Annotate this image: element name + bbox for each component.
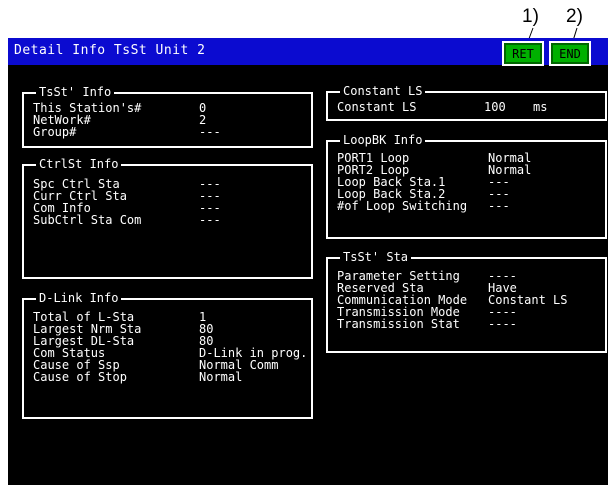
row-subctrl-sta-com: SubCtrl Sta Com --- [33, 213, 221, 227]
row-label: Transmission Stat [337, 317, 460, 331]
row-label: SubCtrl Sta Com [33, 213, 142, 227]
tsst-info-title: TsSt' Info [36, 85, 115, 100]
row-transmission-stat: Transmission Stat ---- [337, 317, 517, 331]
row-value: Normal [199, 370, 243, 384]
loopbk-info-panel: LoopBK Info PORT1 Loop Normal PORT2 Loop… [326, 133, 607, 239]
row-label: #of Loop Switching [337, 199, 468, 213]
row-value: ---- [488, 317, 517, 331]
loopbk-info-title: LoopBK Info [340, 133, 426, 148]
tsst-info-panel: TsSt' Info This Station's# 0 NetWork# 2 … [22, 85, 313, 148]
row-value: 100 [484, 100, 506, 114]
constant-ls-title: Constant LS [340, 84, 426, 99]
row-loop-switching: #of Loop Switching --- [337, 199, 510, 213]
ctrlst-info-title: CtrlSt Info [36, 157, 122, 172]
row-value: --- [199, 213, 221, 227]
dlink-info-panel: D-Link Info Total of L-Sta 1 Largest Nrm… [22, 291, 313, 419]
row-label: Group# [33, 125, 77, 139]
row-constant-ls: Constant LS 100 ms [337, 100, 547, 114]
end-button[interactable]: END [549, 41, 591, 66]
row-group: Group# --- [33, 125, 221, 139]
ret-button[interactable]: RET [502, 41, 544, 66]
row-cause-of-stop: Cause of Stop Normal [33, 370, 242, 384]
tsst-sta-title: TsSt' Sta [340, 250, 412, 265]
tsst-sta-panel: TsSt' Sta Parameter Setting ---- Reserve… [326, 250, 607, 353]
row-unit: ms [533, 100, 548, 114]
row-label: Cause of Stop [33, 370, 127, 384]
dlink-info-title: D-Link Info [36, 291, 122, 306]
row-value: --- [488, 199, 510, 213]
screen-title: Detail Info TsSt Unit 2 [14, 43, 206, 58]
constant-ls-panel: Constant LS Constant LS 100 ms [326, 84, 607, 121]
ctrlst-info-panel: CtrlSt Info Spc Ctrl Sta --- Curr Ctrl S… [22, 157, 313, 279]
detail-info-screen: Detail Info TsSt Unit 2 RET END TsSt' In… [8, 38, 608, 485]
row-value: --- [199, 125, 221, 139]
row-label: Constant LS [337, 100, 417, 114]
